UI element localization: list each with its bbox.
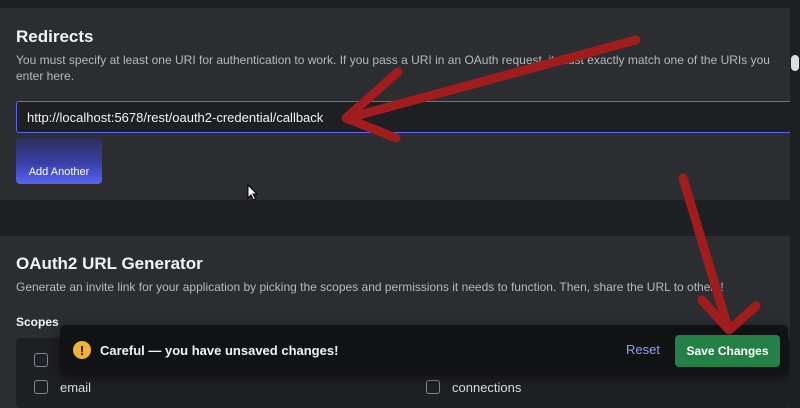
scope-checkbox-connections[interactable]: [426, 380, 440, 394]
scrollbar-thumb[interactable]: [791, 55, 799, 71]
scope-checkbox-hidden[interactable]: [34, 353, 48, 367]
redirects-title: Redirects: [16, 27, 94, 46]
unsaved-changes-message: Careful — you have unsaved changes!: [100, 343, 339, 358]
unsaved-changes-notice: ! Careful — you have unsaved changes! Re…: [60, 325, 788, 375]
scope-label-email: email: [60, 380, 92, 395]
save-changes-button[interactable]: Save Changes: [675, 335, 780, 367]
scope-checkbox-email[interactable]: [34, 380, 48, 394]
generator-description: Generate an invite link for your applica…: [16, 280, 724, 294]
scopes-label: Scopes: [16, 315, 59, 329]
reset-button[interactable]: Reset: [622, 340, 664, 359]
add-another-button[interactable]: Add Another: [16, 138, 102, 184]
warning-icon: !: [73, 341, 91, 359]
redirect-uri-input[interactable]: [16, 101, 798, 133]
mouse-cursor-icon: [247, 184, 259, 201]
generator-title: OAuth2 URL Generator: [16, 254, 203, 273]
scrollbar[interactable]: [790, 0, 800, 408]
scope-label-connections: connections: [452, 380, 522, 395]
redirects-description: You must specify at least one URI for au…: [16, 53, 770, 83]
